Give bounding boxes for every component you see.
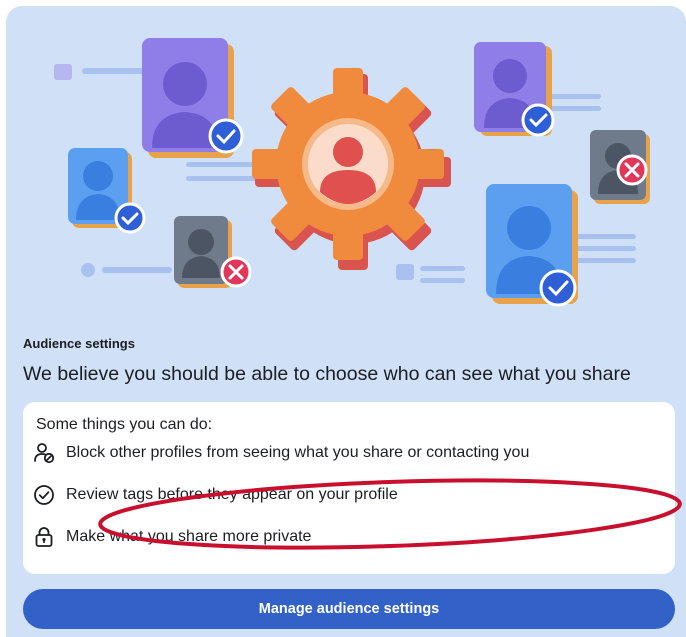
profile-card-blue-verified [68,148,146,234]
option-label: Review tags before they appear on your p… [66,486,398,503]
manage-audience-settings-button[interactable]: Manage audience settings [23,589,675,629]
profile-card-grey-rejected [174,216,252,288]
section-eyebrow: Audience settings [23,336,135,351]
check-circle-icon [34,485,54,505]
profile-card-purple-verified [142,38,244,158]
audience-settings-card: Audience settings We believe you should … [6,6,686,637]
profile-card-slate-rejected [590,130,650,204]
option-review-tags: Review tags before they appear on your p… [33,484,398,506]
section-headline: We believe you should be able to choose … [23,363,631,385]
settings-gear-icon [252,68,451,270]
profile-card-azure-verified [486,184,578,307]
audience-illustration [54,38,650,307]
option-label: Make what you share more private [66,528,312,545]
options-panel: Some things you can do: Block other prof… [23,402,675,574]
option-label: Block other profiles from seeing what yo… [66,444,530,461]
block-profile-icon [34,443,55,464]
option-make-private: Make what you share more private [33,526,311,548]
option-block-profiles: Block other profiles from seeing what yo… [33,442,529,464]
profile-card-violet-verified [474,42,555,137]
options-intro: Some things you can do: [36,416,213,433]
lock-icon [35,527,53,547]
